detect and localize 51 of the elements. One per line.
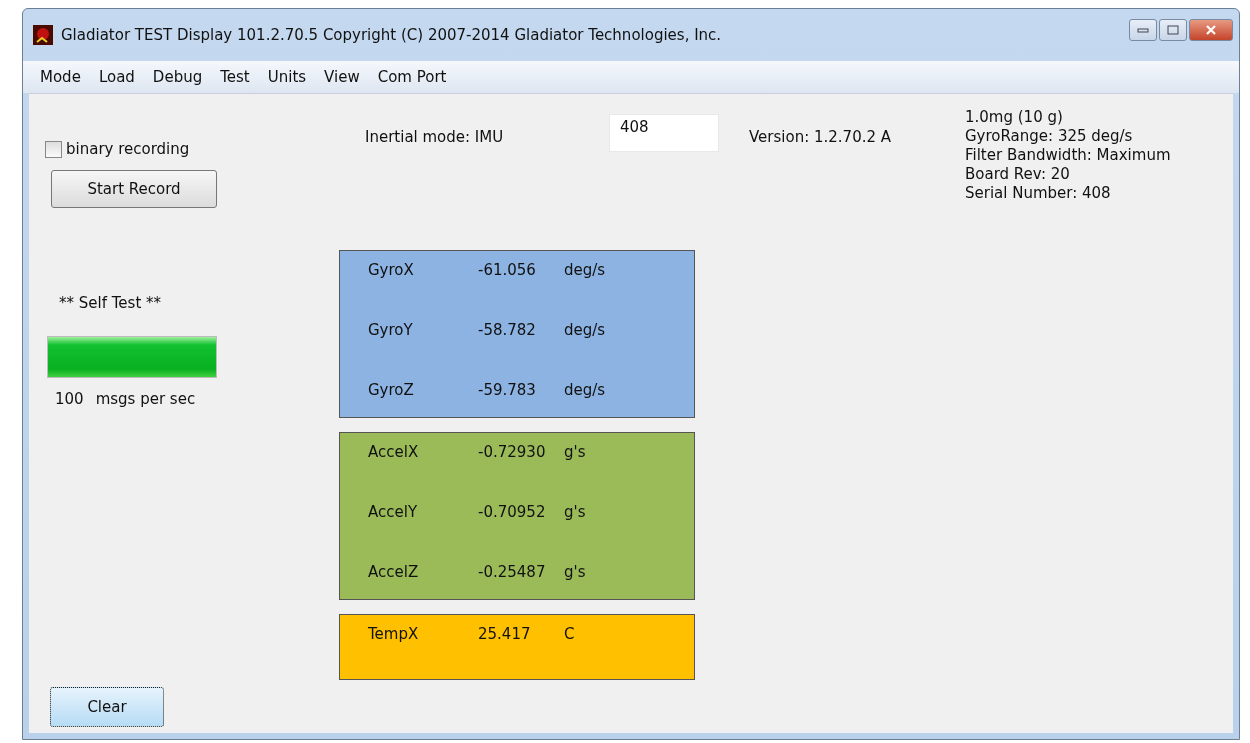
sensor-value: -61.056 — [478, 261, 537, 279]
sensor-value: -0.70952 — [478, 503, 547, 521]
minimize-icon — [1137, 27, 1149, 33]
sensor-label: GyroY — [368, 321, 414, 339]
menu-item[interactable]: Test — [213, 68, 257, 86]
menu-item[interactable]: Units — [260, 68, 314, 86]
checkbox-label: binary recording — [66, 140, 190, 158]
sensor-label: AccelZ — [368, 563, 420, 581]
menu-item[interactable]: View — [317, 68, 367, 86]
app-icon — [33, 25, 53, 45]
sensor-value: 25.417 — [478, 625, 532, 643]
menu-item[interactable]: Debug — [145, 68, 210, 86]
sensor-value: -58.782 — [478, 321, 537, 339]
maximize-icon — [1167, 25, 1179, 35]
start-record-button[interactable]: Start Record — [51, 170, 217, 208]
rate-unit: msgs per sec — [95, 390, 196, 408]
version-label: Version: 1.2.70.2 A — [749, 128, 893, 146]
serial-field[interactable]: 408 — [609, 114, 719, 152]
sensor-unit: deg/s — [564, 261, 606, 279]
sensor-unit: g's — [564, 503, 586, 521]
minimize-button[interactable] — [1129, 19, 1157, 41]
menu-item[interactable]: Com Port — [370, 68, 454, 86]
sensor-value: -59.783 — [478, 381, 537, 399]
sensor-unit: g's — [564, 563, 586, 581]
info-line: Filter Bandwidth: Maximum — [965, 146, 1171, 165]
clear-button[interactable]: Clear — [50, 687, 164, 727]
sensor-unit: deg/s — [564, 321, 606, 339]
window-title: Gladiator TEST Display 101.2.70.5 Copyright (C) 2007-2014 Gladiator Technologies, Inc. — [61, 26, 722, 44]
sensor-unit: deg/s — [564, 381, 606, 399]
self-test-label: ** Self Test ** — [59, 294, 162, 312]
info-line: Board Rev: 20 — [965, 165, 1071, 184]
menu-item[interactable]: Load — [91, 68, 142, 86]
sensor-label: GyroX — [368, 261, 415, 279]
sensor-label: AccelX — [368, 443, 420, 461]
sensor-label: TempX — [368, 625, 420, 643]
sensor-label: AccelY — [368, 503, 419, 521]
maximize-button[interactable] — [1159, 19, 1187, 41]
close-icon — [1205, 25, 1217, 35]
menu-item[interactable]: Mode — [33, 68, 88, 86]
sensor-unit: C — [564, 625, 575, 643]
sensor-label: GyroZ — [368, 381, 415, 399]
inertial-mode-label: Inertial mode: IMU — [365, 128, 505, 146]
info-line: 1.0mg (10 g) — [965, 108, 1064, 127]
sensor-unit: g's — [564, 443, 586, 461]
info-line: Serial Number: 408 — [965, 184, 1112, 203]
sensor-value: -0.25487 — [478, 563, 547, 581]
close-button[interactable] — [1189, 19, 1233, 41]
info-line: GyroRange: 325 deg/s — [965, 127, 1134, 146]
rate-value: 100 — [55, 390, 84, 408]
checkbox[interactable] — [45, 140, 62, 158]
sensor-value: -0.72930 — [478, 443, 547, 461]
